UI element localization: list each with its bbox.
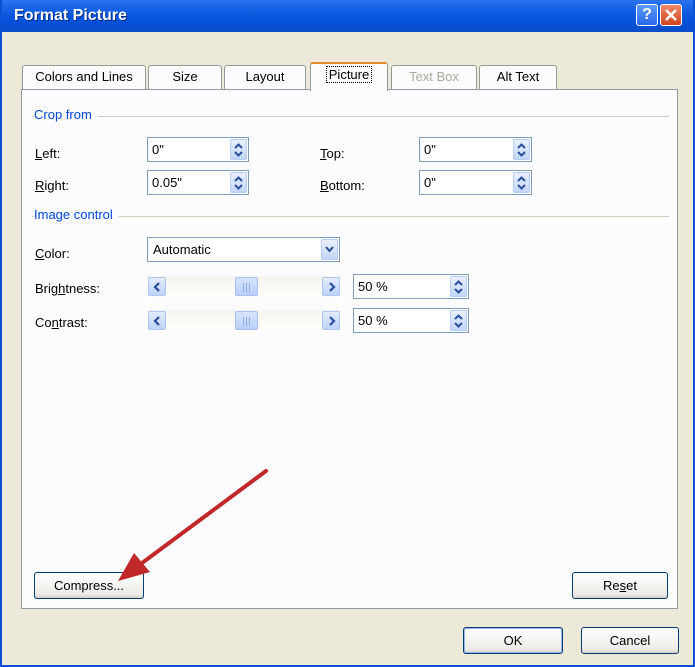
close-icon bbox=[665, 9, 677, 21]
bottom-label: Bottom: bbox=[320, 178, 365, 193]
scroll-left-icon[interactable] bbox=[148, 311, 166, 330]
crop-bottom-spinner[interactable]: 0" bbox=[419, 170, 532, 195]
close-button[interactable] bbox=[660, 4, 682, 26]
tab-label: Colors and Lines bbox=[35, 69, 133, 84]
spin-arrows-icon[interactable] bbox=[230, 139, 247, 160]
compress-button-label: Compress... bbox=[53, 578, 125, 593]
scroll-left-icon[interactable] bbox=[148, 277, 166, 296]
right-label: Right: bbox=[35, 178, 69, 193]
tab-label: Picture bbox=[325, 66, 373, 83]
contrast-spinner[interactable]: 50 % bbox=[353, 308, 469, 333]
tab-alt-text[interactable]: Alt Text bbox=[479, 65, 557, 90]
ok-button-label: OK bbox=[503, 633, 523, 648]
color-dropdown-value: Automatic bbox=[153, 242, 211, 257]
reset-button[interactable]: Reset bbox=[572, 572, 668, 599]
crop-group-divider bbox=[32, 116, 669, 117]
brightness-slider[interactable] bbox=[147, 276, 341, 297]
spin-arrows-icon[interactable] bbox=[513, 172, 530, 193]
spin-arrows-icon[interactable] bbox=[450, 310, 467, 331]
picture-tab-panel: Crop from Left: 0" Top: 0" Right: 0.05" … bbox=[21, 89, 678, 609]
tab-label: Layout bbox=[245, 69, 285, 84]
tab-size[interactable]: Size bbox=[148, 65, 222, 90]
top-label: Top: bbox=[320, 146, 345, 161]
tab-colors-and-lines[interactable]: Colors and Lines bbox=[22, 65, 146, 90]
contrast-slider-thumb[interactable] bbox=[234, 311, 258, 330]
contrast-value[interactable]: 50 % bbox=[358, 313, 388, 328]
brightness-slider-thumb[interactable] bbox=[234, 277, 258, 296]
color-dropdown[interactable]: Automatic bbox=[147, 237, 340, 262]
spin-arrows-icon[interactable] bbox=[450, 276, 467, 297]
tab-layout[interactable]: Layout bbox=[224, 65, 306, 90]
help-icon: ? bbox=[642, 6, 652, 23]
tab-picture[interactable]: Picture bbox=[310, 62, 388, 91]
dropdown-arrow-icon[interactable] bbox=[321, 239, 338, 260]
color-label: Color: bbox=[35, 246, 70, 261]
crop-group-title: Crop from bbox=[34, 107, 98, 122]
cancel-button-label: Cancel bbox=[609, 633, 651, 648]
title-bar[interactable]: Format Picture ? bbox=[2, 0, 693, 32]
tab-text-box: Text Box bbox=[391, 65, 477, 90]
image-control-group-divider bbox=[32, 216, 669, 217]
crop-top-spinner[interactable]: 0" bbox=[419, 137, 532, 162]
crop-left-spinner[interactable]: 0" bbox=[147, 137, 249, 162]
brightness-label: Brightness: bbox=[35, 281, 101, 296]
contrast-label: Contrast: bbox=[35, 315, 88, 330]
brightness-spinner[interactable]: 50 % bbox=[353, 274, 469, 299]
tab-label: Text Box bbox=[409, 69, 459, 84]
help-button[interactable]: ? bbox=[636, 4, 658, 26]
tab-label: Alt Text bbox=[496, 69, 540, 84]
scroll-right-icon[interactable] bbox=[322, 277, 340, 296]
contrast-slider[interactable] bbox=[147, 310, 341, 331]
scroll-right-icon[interactable] bbox=[322, 311, 340, 330]
ok-button[interactable]: OK bbox=[463, 627, 563, 654]
crop-bottom-value[interactable]: 0" bbox=[424, 175, 436, 190]
crop-right-spinner[interactable]: 0.05" bbox=[147, 170, 249, 195]
cancel-button[interactable]: Cancel bbox=[581, 627, 679, 654]
crop-left-value[interactable]: 0" bbox=[152, 142, 164, 157]
crop-right-value[interactable]: 0.05" bbox=[152, 175, 182, 190]
spin-arrows-icon[interactable] bbox=[513, 139, 530, 160]
left-label: Left: bbox=[35, 146, 61, 161]
brightness-value[interactable]: 50 % bbox=[358, 279, 388, 294]
image-control-group-title: Image control bbox=[34, 207, 119, 222]
tab-label: Size bbox=[172, 69, 198, 84]
window-title: Format Picture bbox=[14, 7, 127, 24]
compress-button[interactable]: Compress... bbox=[34, 572, 144, 599]
spin-arrows-icon[interactable] bbox=[230, 172, 247, 193]
crop-top-value[interactable]: 0" bbox=[424, 142, 436, 157]
format-picture-dialog: Format Picture ? Colors and Lines Size L… bbox=[0, 0, 695, 667]
